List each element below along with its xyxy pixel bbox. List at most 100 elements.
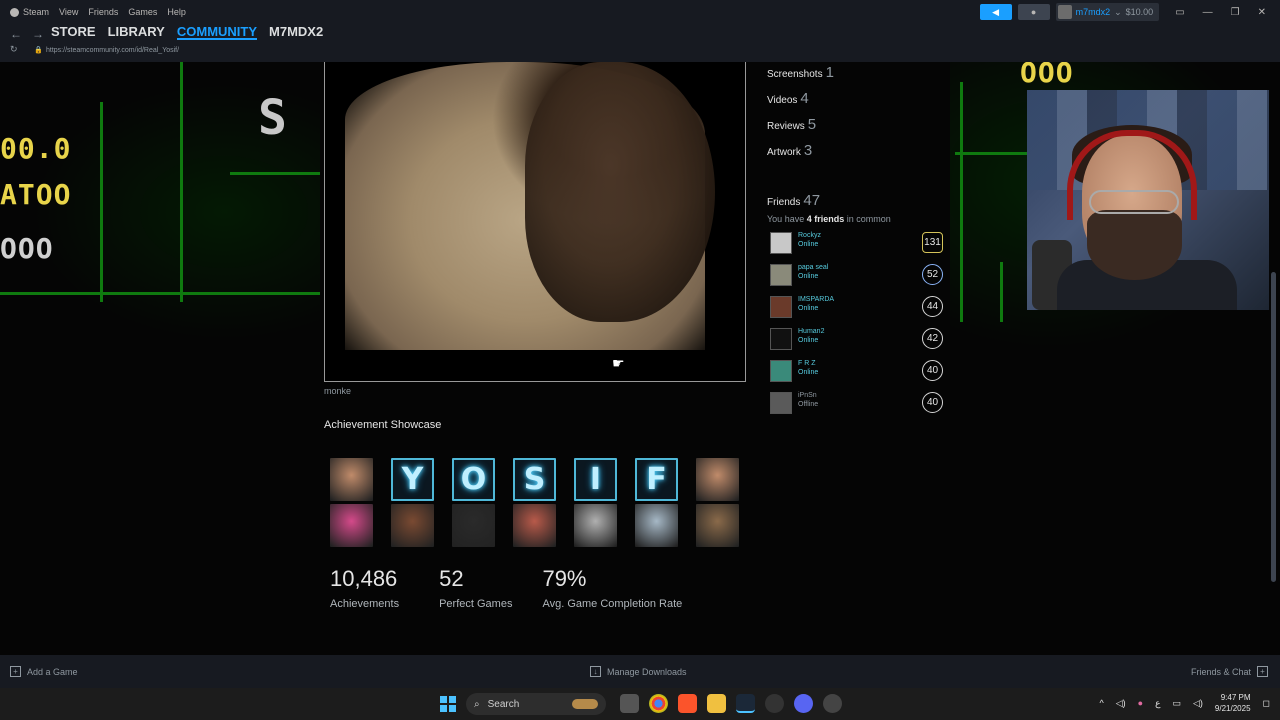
tray-chevron-icon[interactable]: ^ (1100, 698, 1104, 708)
friend-name[interactable]: Rockyz (798, 232, 821, 239)
notifications-button[interactable]: ● (1017, 4, 1050, 20)
achievement-icon[interactable]: F (635, 458, 678, 501)
achievement-icon[interactable]: O (452, 458, 495, 501)
friend-avatar[interactable] (770, 392, 792, 414)
achievement-icon[interactable] (696, 504, 739, 547)
achievement-icon[interactable]: S (513, 458, 556, 501)
discord-icon[interactable] (794, 694, 813, 713)
friend-avatar[interactable] (770, 328, 792, 350)
friend-row[interactable]: IMSPARDA Online 44 (770, 296, 945, 322)
url-bar[interactable]: https://steamcommunity.com/id/Real_Yosif… (46, 47, 179, 54)
sidebar-screenshots[interactable]: Screenshots 1 (767, 64, 834, 81)
achievement-icon[interactable] (513, 504, 556, 547)
sidebar-friends[interactable]: Friends 47 (767, 192, 820, 209)
reload-icon[interactable]: ↻ (10, 44, 18, 55)
achievement-icon[interactable]: I (574, 458, 617, 501)
taskbar-search[interactable]: ⌕ Search (466, 693, 606, 715)
achievement-icon[interactable] (330, 504, 373, 547)
menu-help[interactable]: Help (167, 7, 186, 17)
friend-level-badge: 44 (922, 296, 943, 317)
tab-community[interactable]: COMMUNITY (176, 24, 258, 40)
friend-name[interactable]: iPnSn (798, 392, 817, 399)
artwork-caption[interactable]: monke (324, 386, 351, 396)
bg-grid-line (180, 62, 183, 302)
achievement-icon[interactable] (574, 504, 617, 547)
task-view-icon[interactable] (620, 694, 639, 713)
achievement-icon[interactable] (452, 504, 495, 547)
account-menu[interactable]: m7mdx2 ⌄ $10.00 (1055, 3, 1160, 21)
stat-number: 79% (542, 566, 587, 591)
friend-row[interactable]: iPnSn Offline 40 (770, 392, 945, 418)
webcam-beard (1087, 210, 1182, 280)
achievement-icon[interactable] (330, 458, 373, 501)
volume-icon[interactable]: ◁) (1193, 698, 1203, 709)
menu-bar: Steam View Friends Games Help ◀ ● m7mdx2… (0, 0, 1280, 24)
menu-friends[interactable]: Friends (88, 7, 118, 17)
menu-games[interactable]: Games (128, 7, 157, 17)
stat-number: 10,486 (330, 566, 398, 591)
minimize-icon[interactable]: — (1203, 7, 1213, 18)
taskbar-clock[interactable]: 9:47 PM 9/21/2025 (1215, 692, 1251, 714)
add-game-button[interactable]: + Add a Game (10, 666, 78, 677)
notification-bell-icon[interactable]: ◻ (1263, 698, 1270, 709)
menu-steam[interactable]: Steam (10, 7, 49, 17)
download-icon: ↓ (590, 666, 601, 677)
friend-status: Online (798, 305, 819, 312)
achievement-stats: 10,486 Achievements 52 Perfect Games 79% Avg.… (330, 566, 712, 610)
forward-arrow-icon[interactable]: → (32, 27, 44, 41)
sidebar-reviews[interactable]: Reviews 5 (767, 116, 816, 133)
obs-icon[interactable] (823, 694, 842, 713)
friend-avatar[interactable] (770, 264, 792, 286)
app-icon[interactable] (765, 694, 784, 713)
megaphone-icon: ◀ (992, 6, 1000, 17)
mic-icon[interactable]: ● (1138, 698, 1143, 708)
tab-store[interactable]: STORE (51, 24, 96, 40)
announcements-button[interactable]: ◀ (979, 4, 1012, 20)
tab-library[interactable]: LIBRARY (108, 24, 165, 40)
steam-taskbar-icon[interactable] (736, 694, 755, 713)
maximize-icon[interactable]: ❐ (1231, 7, 1240, 18)
language-indicator[interactable]: ع (1155, 698, 1160, 709)
achievement-icon[interactable] (391, 504, 434, 547)
stat-number: 52 (439, 566, 464, 591)
chrome-icon[interactable] (649, 694, 668, 713)
friend-avatar[interactable] (770, 296, 792, 318)
friend-row[interactable]: Rockyz Online 131 (770, 232, 945, 258)
friend-level-badge: 131 (922, 232, 943, 253)
sidebar-videos[interactable]: Videos 4 (767, 90, 809, 107)
friend-name[interactable]: F R Z (798, 360, 816, 367)
friend-avatar[interactable] (770, 360, 792, 382)
brave-icon[interactable] (678, 694, 697, 713)
friend-row[interactable]: papa seal Online 52 (770, 264, 945, 290)
friend-row[interactable]: F R Z Online 40 (770, 360, 945, 386)
speaker-icon[interactable]: ◁) (1116, 698, 1126, 709)
menu-view[interactable]: View (59, 7, 78, 17)
friend-status: Offline (798, 401, 819, 408)
friend-name[interactable]: Human2 (798, 328, 824, 335)
big-picture-icon[interactable]: ▭ (1175, 7, 1184, 18)
file-explorer-icon[interactable] (707, 694, 726, 713)
network-icon[interactable]: ▭ (1172, 698, 1181, 709)
manage-downloads-button[interactable]: ↓ Manage Downloads (590, 666, 687, 677)
sidebar-label: Friends (767, 197, 801, 208)
friend-avatar[interactable] (770, 232, 792, 254)
friends-chat-button[interactable]: Friends & Chat + (1191, 666, 1268, 677)
common-count: 4 friends (806, 214, 845, 224)
achievement-icon[interactable] (635, 504, 678, 547)
friend-level-badge: 40 (922, 360, 943, 381)
artwork-showcase[interactable] (324, 62, 746, 382)
scrollbar[interactable] (1271, 272, 1276, 582)
friend-row[interactable]: Human2 Online 42 (770, 328, 945, 354)
tab-profile[interactable]: M7MDX2 (269, 24, 323, 40)
bg-grid-line (0, 292, 320, 295)
windows-start-icon[interactable] (440, 696, 456, 712)
bell-icon: ● (1030, 7, 1037, 17)
account-name: m7mdx2 (1075, 7, 1111, 17)
friend-name[interactable]: papa seal (798, 264, 828, 271)
achievement-icon[interactable]: Y (391, 458, 434, 501)
close-icon[interactable]: ✕ (1258, 7, 1266, 18)
achievement-icon[interactable] (696, 458, 739, 501)
sidebar-artwork[interactable]: Artwork 3 (767, 142, 812, 159)
friend-name[interactable]: IMSPARDA (798, 296, 834, 303)
back-arrow-icon[interactable]: ← (10, 27, 22, 41)
